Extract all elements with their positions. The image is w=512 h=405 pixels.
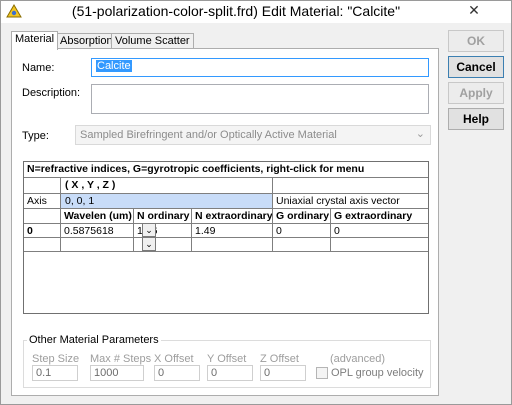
cell-n-extraordinary[interactable]: 1.49 — [192, 224, 273, 238]
description-label: Description: — [22, 87, 81, 99]
ok-button[interactable]: OK — [448, 30, 504, 52]
cell-g-extraordinary-empty[interactable] — [331, 238, 428, 252]
cell-wavelen-empty[interactable] — [61, 238, 134, 252]
grid-header: N=refractive indices, G=gyrotropic coeff… — [24, 162, 428, 178]
close-icon[interactable]: ✕ — [449, 1, 499, 21]
type-dropdown[interactable]: Sampled Birefringent and/or Optically Ac… — [75, 125, 431, 145]
tab-absorption[interactable]: Absorption — [56, 33, 117, 49]
cell-wavelen[interactable]: 0.5875618 — [61, 224, 134, 238]
axis-column-header: ( X , Y , Z ) — [61, 178, 273, 194]
window-title: (51-polarization-color-split.frd) Edit M… — [71, 3, 401, 19]
opl-group-velocity-label: OPL group velocity — [331, 367, 424, 379]
col-header-g-ordinary[interactable]: G ordinary — [273, 209, 331, 224]
max-steps-label: Max # Steps — [90, 353, 152, 365]
axis-header-blank — [273, 178, 428, 194]
axis-label: Axis — [24, 194, 61, 209]
col-header-wavelen[interactable]: Wavelen (um) — [61, 209, 134, 224]
max-steps-input[interactable]: 1000 — [90, 365, 144, 381]
tab-volume-scatter[interactable]: Volume Scatter — [111, 33, 194, 49]
axis-description: Uniaxial crystal axis vector — [273, 194, 428, 209]
col-header-n-extraordinary[interactable]: N extraordinary — [192, 209, 273, 224]
col-header-g-extraordinary[interactable]: G extraordinary — [331, 209, 428, 224]
row-index[interactable]: 0 — [24, 224, 61, 238]
z-offset-input[interactable]: 0 — [260, 365, 306, 381]
cell-g-ordinary[interactable]: 0 — [273, 224, 331, 238]
tab-material[interactable]: Material — [11, 31, 59, 50]
grid-corner-cell — [24, 178, 61, 194]
y-offset-input[interactable]: 0 — [207, 365, 253, 381]
x-offset-input[interactable]: 0 — [154, 365, 200, 381]
cell-g-ordinary-empty[interactable] — [273, 238, 331, 252]
type-label: Type: — [22, 130, 49, 142]
apply-button[interactable]: Apply — [448, 82, 504, 104]
x-offset-label: X Offset — [154, 353, 194, 365]
row-index-empty[interactable] — [24, 238, 61, 252]
edit-material-dialog: (51-polarization-color-split.frd) Edit M… — [0, 0, 512, 405]
type-value: Sampled Birefringent and/or Optically Ac… — [80, 129, 337, 141]
cell-g-extraordinary[interactable]: 0 — [331, 224, 428, 238]
y-offset-label: Y Offset — [207, 353, 247, 365]
name-input[interactable]: Calcite — [91, 58, 429, 77]
title-bar[interactable]: (51-polarization-color-split.frd) Edit M… — [1, 1, 511, 23]
cancel-button[interactable]: Cancel — [448, 56, 504, 78]
other-params-title: Other Material Parameters — [27, 334, 161, 346]
axis-value-cell[interactable]: 0, 0, 1 — [61, 194, 273, 209]
name-value: Calcite — [96, 60, 132, 72]
z-offset-label: Z Offset — [260, 353, 299, 365]
opl-group-velocity-checkbox[interactable] — [316, 367, 328, 379]
chevron-down-icon: ⌄ — [415, 128, 425, 140]
name-label: Name: — [22, 62, 55, 74]
col-header-n-ordinary[interactable]: N ordinary — [134, 209, 192, 224]
advanced-label: (advanced) — [330, 353, 386, 365]
description-input[interactable] — [91, 84, 429, 114]
help-button[interactable]: Help — [448, 108, 504, 130]
refractive-index-grid[interactable]: N=refractive indices, G=gyrotropic coeff… — [23, 161, 429, 314]
wavelen-dropdown-icon-empty[interactable]: ⌄ — [142, 237, 156, 251]
column-header-corner — [24, 209, 61, 224]
step-size-input[interactable]: 0.1 — [32, 365, 78, 381]
step-size-label: Step Size — [32, 353, 80, 365]
cell-n-extraordinary-empty[interactable] — [192, 238, 273, 252]
wavelen-dropdown-icon[interactable]: ⌄ — [142, 223, 156, 237]
